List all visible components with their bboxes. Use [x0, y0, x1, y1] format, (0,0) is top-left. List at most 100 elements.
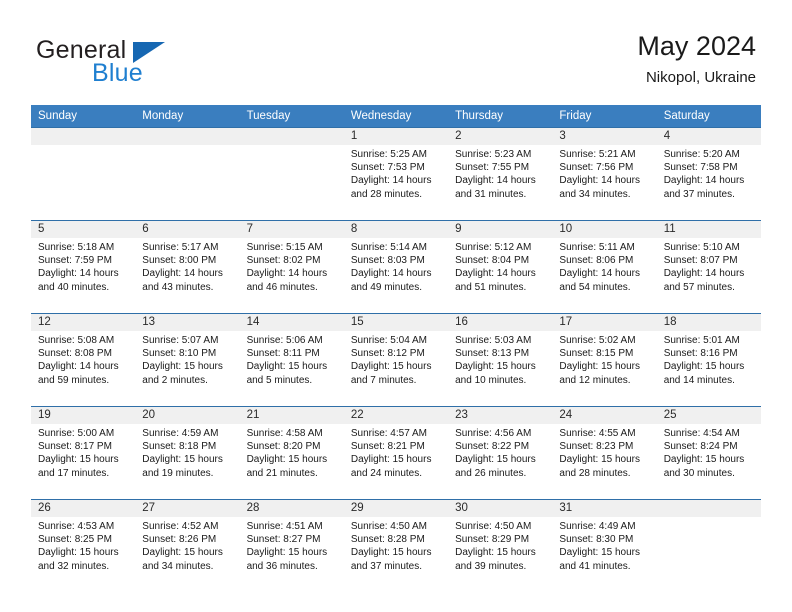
day-details: Sunrise: 5:20 AM Sunset: 7:58 PM Daylight:… — [657, 145, 761, 201]
sunset-time: Sunset: 8:13 PM — [455, 348, 530, 360]
daylight-duration-line2: and 37 minutes. — [350, 560, 423, 572]
sunset-time: Sunset: 7:55 PM — [455, 162, 530, 174]
daylight-duration-line1: Daylight: 15 hours — [38, 547, 119, 559]
calendar-day-cell[interactable]: 17 Sunrise: 5:02 AM Sunset: 8:15 PM Dayligh… — [552, 313, 657, 407]
calendar-day-cell[interactable]: 31 Sunrise: 4:49 AM Sunset: 8:30 PM Dayligh… — [552, 499, 657, 593]
daylight-duration-line2: and 39 minutes. — [455, 560, 527, 572]
day-details: Sunrise: 5:00 AM Sunset: 8:17 PM Daylight:… — [31, 424, 135, 480]
calendar-day-cell[interactable]: 27 Sunrise: 4:52 AM Sunset: 8:26 PM Dayligh… — [135, 499, 240, 593]
daylight-duration-line2: and 36 minutes. — [246, 560, 318, 572]
calendar-day-cell[interactable]: 28 Sunrise: 4:51 AM Sunset: 8:27 PM Dayligh… — [239, 499, 344, 593]
day-details: Sunrise: 5:02 AM Sunset: 8:15 PM Daylight:… — [552, 331, 656, 387]
calendar-day-cell[interactable]: 7 Sunrise: 5:15 AM Sunset: 8:02 PM Daylight… — [239, 220, 344, 314]
sunrise-time: Sunrise: 4:54 AM — [663, 428, 740, 439]
daylight-duration-line1: Daylight: 14 hours — [350, 175, 432, 187]
calendar-day-cell[interactable]: 6 Sunrise: 5:17 AM Sunset: 8:00 PM Daylight… — [135, 220, 240, 314]
sunrise-time: Sunrise: 4:55 AM — [559, 428, 636, 439]
sunrise-time: Sunrise: 5:15 AM — [246, 242, 323, 253]
calendar-day-cell[interactable]: 22 Sunrise: 4:57 AM Sunset: 8:21 PM Dayligh… — [343, 406, 449, 500]
sunset-time: Sunset: 8:29 PM — [455, 534, 530, 546]
sunset-time: Sunset: 7:53 PM — [350, 162, 425, 174]
daylight-duration-line2: and 49 minutes. — [350, 281, 423, 293]
weekday-header-monday: Monday — [135, 105, 240, 128]
daylight-duration-line1: Daylight: 14 hours — [663, 175, 745, 187]
day-number — [135, 128, 240, 145]
calendar-day-cell[interactable]: 4 Sunrise: 5:20 AM Sunset: 7:58 PM Daylight… — [656, 127, 761, 221]
daylight-duration-line2: and 32 minutes. — [38, 560, 110, 572]
day-number: 8 — [343, 221, 449, 238]
sunrise-time: Sunrise: 4:51 AM — [246, 521, 323, 532]
daylight-duration-line2: and 14 minutes. — [663, 374, 735, 386]
sunrise-time: Sunrise: 5:10 AM — [663, 242, 740, 253]
day-number: 5 — [31, 221, 136, 238]
sunrise-time: Sunrise: 5:04 AM — [350, 335, 427, 346]
sunrise-time: Sunrise: 5:01 AM — [663, 335, 740, 346]
daylight-duration-line2: and 40 minutes. — [38, 281, 110, 293]
sunrise-time: Sunrise: 4:58 AM — [246, 428, 323, 439]
day-details: Sunrise: 5:07 AM Sunset: 8:10 PM Daylight:… — [135, 331, 239, 387]
calendar-day-cell[interactable]: 29 Sunrise: 4:50 AM Sunset: 8:28 PM Dayligh… — [343, 499, 449, 593]
calendar-day-cell[interactable]: 1 Sunrise: 5:25 AM Sunset: 7:53 PM Daylight… — [343, 127, 449, 221]
day-number: 31 — [552, 500, 657, 517]
calendar-day-cell[interactable]: 26 Sunrise: 4:53 AM Sunset: 8:25 PM Dayligh… — [31, 499, 136, 593]
day-number: 18 — [656, 314, 761, 331]
day-number: 21 — [239, 407, 344, 424]
calendar-day-cell[interactable]: 9 Sunrise: 5:12 AM Sunset: 8:04 PM Daylight… — [448, 220, 553, 314]
calendar-day-cell[interactable]: 10 Sunrise: 5:11 AM Sunset: 8:06 PM Dayligh… — [552, 220, 657, 314]
calendar-day-cell[interactable]: 24 Sunrise: 4:55 AM Sunset: 8:23 PM Dayligh… — [552, 406, 657, 500]
calendar-day-cell[interactable]: 20 Sunrise: 4:59 AM Sunset: 8:18 PM Dayligh… — [135, 406, 240, 500]
calendar-day-cell[interactable]: 11 Sunrise: 5:10 AM Sunset: 8:07 PM Dayligh… — [656, 220, 761, 314]
calendar-day-cell[interactable]: 13 Sunrise: 5:07 AM Sunset: 8:10 PM Dayligh… — [135, 313, 240, 407]
day-details: Sunrise: 4:51 AM Sunset: 8:27 PM Daylight:… — [240, 517, 344, 573]
day-cell-inner: 11 Sunrise: 5:10 AM Sunset: 8:07 PM Dayligh… — [656, 221, 761, 313]
day-details: Sunrise: 5:01 AM Sunset: 8:16 PM Daylight:… — [657, 331, 761, 387]
calendar-day-cell[interactable]: 21 Sunrise: 4:58 AM Sunset: 8:20 PM Dayligh… — [239, 406, 344, 500]
calendar-day-cell[interactable]: 2 Sunrise: 5:23 AM Sunset: 7:55 PM Daylight… — [448, 127, 553, 221]
day-details — [135, 145, 239, 148]
daylight-duration-line1: Daylight: 14 hours — [38, 361, 119, 373]
day-number: 4 — [656, 128, 761, 145]
daylight-duration-line2: and 59 minutes. — [38, 374, 110, 386]
daylight-duration-line2: and 37 minutes. — [663, 188, 735, 200]
calendar-day-cell[interactable]: 3 Sunrise: 5:21 AM Sunset: 7:56 PM Daylight… — [552, 127, 657, 221]
day-cell-inner: 6 Sunrise: 5:17 AM Sunset: 8:00 PM Daylight… — [135, 221, 240, 313]
day-number: 26 — [31, 500, 136, 517]
weekday-header-friday: Friday — [552, 105, 657, 128]
daylight-duration-line1: Daylight: 15 hours — [350, 361, 432, 373]
calendar-day-cell[interactable]: 15 Sunrise: 5:04 AM Sunset: 8:12 PM Dayligh… — [343, 313, 449, 407]
sunset-time: Sunset: 8:27 PM — [246, 534, 321, 546]
day-details — [657, 517, 761, 520]
day-cell-inner: 17 Sunrise: 5:02 AM Sunset: 8:15 PM Dayligh… — [552, 314, 657, 406]
calendar-day-cell[interactable]: 23 Sunrise: 4:56 AM Sunset: 8:22 PM Dayligh… — [448, 406, 553, 500]
daylight-duration-line1: Daylight: 14 hours — [559, 268, 641, 280]
daylight-duration-line1: Daylight: 15 hours — [142, 361, 223, 373]
calendar-day-cell[interactable]: 19 Sunrise: 5:00 AM Sunset: 8:17 PM Dayligh… — [31, 406, 136, 500]
calendar-day-cell[interactable]: 8 Sunrise: 5:14 AM Sunset: 8:03 PM Daylight… — [343, 220, 449, 314]
day-number: 15 — [343, 314, 449, 331]
calendar-day-cell[interactable]: 14 Sunrise: 5:06 AM Sunset: 8:11 PM Dayligh… — [239, 313, 344, 407]
day-number: 16 — [448, 314, 553, 331]
day-cell-inner: 29 Sunrise: 4:50 AM Sunset: 8:28 PM Dayligh… — [343, 500, 449, 592]
calendar-day-cell[interactable]: 18 Sunrise: 5:01 AM Sunset: 8:16 PM Dayligh… — [656, 313, 761, 407]
page-subtitle: Nikopol, Ukraine — [645, 69, 756, 86]
day-cell-inner: 30 Sunrise: 4:50 AM Sunset: 8:29 PM Dayligh… — [448, 500, 553, 592]
day-cell-inner: 18 Sunrise: 5:01 AM Sunset: 8:16 PM Dayligh… — [656, 314, 761, 406]
daylight-duration-line2: and 28 minutes. — [559, 467, 631, 479]
calendar-day-cell[interactable]: 25 Sunrise: 4:54 AM Sunset: 8:24 PM Dayligh… — [656, 406, 761, 500]
day-number: 30 — [448, 500, 553, 517]
sunset-time: Sunset: 8:28 PM — [350, 534, 425, 546]
day-cell-inner: 26 Sunrise: 4:53 AM Sunset: 8:25 PM Dayligh… — [31, 500, 136, 592]
daylight-duration-line1: Daylight: 14 hours — [663, 268, 745, 280]
calendar-body: 1 Sunrise: 5:25 AM Sunset: 7:53 PM Daylight… — [31, 127, 761, 593]
day-cell-inner: 24 Sunrise: 4:55 AM Sunset: 8:23 PM Dayligh… — [552, 407, 657, 499]
general-blue-logo[interactable]: General Blue — [36, 36, 256, 92]
day-details: Sunrise: 5:10 AM Sunset: 8:07 PM Daylight:… — [657, 238, 761, 294]
calendar-day-cell[interactable]: 5 Sunrise: 5:18 AM Sunset: 7:59 PM Daylight… — [31, 220, 136, 314]
calendar-day-cell[interactable]: 16 Sunrise: 5:03 AM Sunset: 8:13 PM Dayligh… — [448, 313, 553, 407]
calendar-day-cell[interactable]: 12 Sunrise: 5:08 AM Sunset: 8:08 PM Dayligh… — [31, 313, 136, 407]
day-number: 1 — [343, 128, 449, 145]
sunset-time: Sunset: 8:04 PM — [455, 255, 530, 267]
day-cell-inner: 22 Sunrise: 4:57 AM Sunset: 8:21 PM Dayligh… — [343, 407, 449, 499]
day-cell-inner: 23 Sunrise: 4:56 AM Sunset: 8:22 PM Dayligh… — [448, 407, 553, 499]
calendar-day-cell[interactable]: 30 Sunrise: 4:50 AM Sunset: 8:29 PM Dayligh… — [448, 499, 553, 593]
